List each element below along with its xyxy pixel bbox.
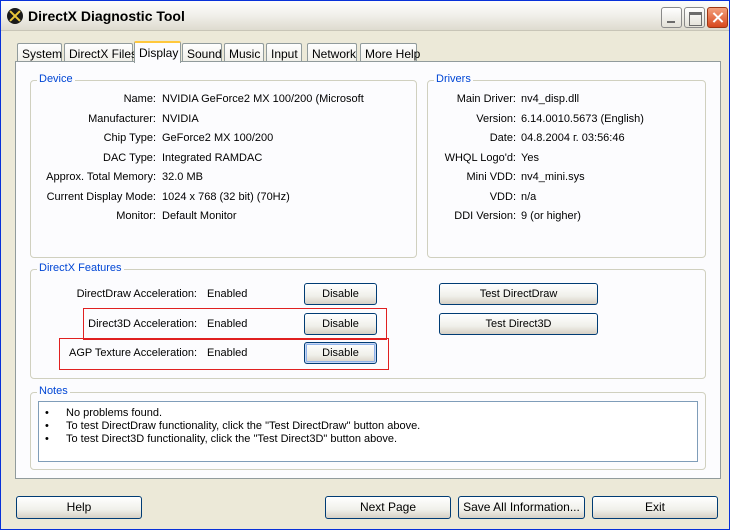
- whql-label: WHQL Logo'd:: [444, 152, 516, 164]
- manufacturer-label: Manufacturer:: [88, 113, 156, 125]
- tab-display[interactable]: Display: [134, 41, 181, 63]
- disable-directdraw-button[interactable]: Disable: [304, 283, 377, 305]
- main-driver-value: nv4_disp.dll: [521, 93, 580, 105]
- tab-network[interactable]: Network: [307, 43, 357, 62]
- dac-type-label: DAC Type:: [103, 152, 156, 164]
- date-label: Date:: [489, 132, 516, 144]
- maximize-icon[interactable]: [684, 7, 705, 28]
- directdraw-acceleration-status: Enabled: [207, 288, 248, 300]
- ddi-version-label: DDI Version:: [454, 210, 516, 222]
- note-text: To test Direct3D functionality, click th…: [66, 433, 398, 445]
- monitor-value: Default Monitor: [162, 210, 237, 222]
- note-bullet: •: [45, 420, 49, 432]
- drivers-group-title: Drivers: [434, 73, 473, 85]
- tab-directx-files[interactable]: DirectX Files: [64, 43, 137, 62]
- vdd-label: VDD:: [489, 191, 516, 203]
- device-name-label: Name:: [123, 93, 156, 105]
- close-icon[interactable]: [707, 7, 728, 28]
- dac-type-value: Integrated RAMDAC: [162, 152, 263, 164]
- device-group-title: Device: [37, 73, 75, 85]
- manufacturer-value: NVIDIA: [162, 113, 199, 125]
- total-memory-label: Approx. Total Memory:: [46, 171, 156, 183]
- exit-button[interactable]: Exit: [592, 496, 718, 519]
- mini-vdd-value: nv4_mini.sys: [521, 171, 585, 183]
- help-button[interactable]: Help: [16, 496, 142, 519]
- main-driver-label: Main Driver:: [456, 93, 516, 105]
- title-bar[interactable]: DirectX Diagnostic Tool: [1, 1, 729, 31]
- note-bullet: •: [45, 433, 49, 445]
- note-bullet: •: [45, 407, 49, 419]
- total-memory-value: 32.0 MB: [162, 171, 203, 183]
- directx-features-title: DirectX Features: [37, 262, 124, 274]
- vdd-value: n/a: [521, 191, 537, 203]
- next-page-button[interactable]: Next Page: [325, 496, 451, 519]
- monitor-label: Monitor:: [116, 210, 156, 222]
- notes-group-title: Notes: [37, 385, 70, 397]
- directx-app-icon: [7, 8, 23, 24]
- window-title: DirectX Diagnostic Tool: [28, 8, 185, 24]
- chip-type-label: Chip Type:: [103, 132, 156, 144]
- chip-type-value: GeForce2 MX 100/200: [162, 132, 274, 144]
- directx-diagnostic-window: DirectX Diagnostic Tool System DirectX F…: [0, 0, 730, 530]
- ddi-version-value: 9 (or higher): [521, 210, 581, 222]
- note-text: No problems found.: [66, 407, 162, 419]
- tab-sound[interactable]: Sound: [182, 43, 222, 62]
- directdraw-acceleration-label: DirectDraw Acceleration:: [76, 288, 197, 300]
- highlight-direct3d-row: [83, 308, 387, 340]
- highlight-agp-row: [59, 338, 389, 370]
- tab-music[interactable]: Music: [224, 43, 264, 62]
- display-mode-value: 1024 x 768 (32 bit) (70Hz): [162, 191, 290, 203]
- version-label: Version:: [476, 113, 516, 125]
- date-value: 04.8.2004 г. 03:56:46: [521, 132, 625, 144]
- version-value: 6.14.0010.5673 (English): [521, 113, 644, 125]
- drivers-group: Drivers: [427, 73, 706, 258]
- tab-input[interactable]: Input: [266, 43, 302, 62]
- test-direct3d-button[interactable]: Test Direct3D: [439, 313, 598, 335]
- minimize-icon[interactable]: [661, 7, 682, 28]
- mini-vdd-label: Mini VDD:: [466, 171, 516, 183]
- display-mode-label: Current Display Mode:: [46, 191, 156, 203]
- whql-value: Yes: [521, 152, 539, 164]
- note-text: To test DirectDraw functionality, click …: [66, 420, 421, 432]
- tab-system[interactable]: System: [17, 43, 62, 62]
- save-all-information-button[interactable]: Save All Information...: [458, 496, 585, 519]
- device-name-value: NVIDIA GeForce2 MX 100/200 (Microsoft: [162, 93, 364, 105]
- tab-more-help[interactable]: More Help: [360, 43, 420, 62]
- notes-text-area[interactable]: • No problems found. • To test DirectDra…: [38, 401, 698, 462]
- device-group: Device: [30, 73, 417, 258]
- test-directdraw-button[interactable]: Test DirectDraw: [439, 283, 598, 305]
